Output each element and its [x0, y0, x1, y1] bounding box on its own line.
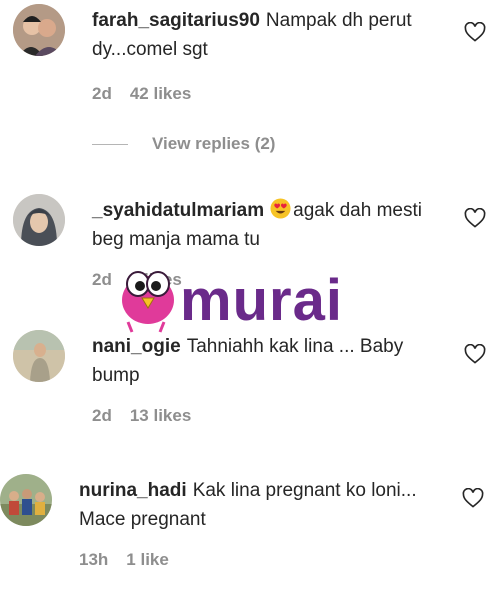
comment-item: nurina_hadi Kak lina pregnant ko loni... … — [0, 466, 500, 596]
comment-age: 2d — [92, 270, 112, 289]
comment-likes[interactable]: 42 likes — [130, 84, 191, 103]
comment-likes[interactable]: 1 like — [126, 550, 169, 569]
avatar[interactable] — [0, 474, 52, 526]
comment-age: 2d — [92, 84, 112, 103]
heart-outline-icon[interactable] — [462, 488, 484, 508]
svg-text:murai: murai — [180, 268, 343, 333]
avatar[interactable] — [13, 330, 65, 382]
comment-meta: 13h 1 like — [79, 550, 187, 570]
comment-username[interactable]: nurina_hadi — [79, 480, 187, 501]
heart-outline-icon[interactable] — [464, 208, 486, 228]
heart-eyes-emoji-icon — [270, 198, 291, 219]
replies-divider — [92, 144, 128, 146]
comment-username[interactable]: farah_sagitarius90 — [92, 10, 260, 31]
comment-text: _syahidatulmariam agak dah mesti beg manj… — [92, 196, 442, 254]
avatar[interactable] — [13, 4, 65, 56]
comment-age: 2d — [92, 406, 112, 425]
comment-text: farah_sagitarius90 Nampak dh perut dy...c… — [92, 6, 442, 64]
avatar[interactable] — [13, 194, 65, 246]
bird-mascot-icon — [122, 271, 174, 333]
comment-item: farah_sagitarius90 Nampak dh perut dy...c… — [0, 0, 500, 175]
comment-username[interactable]: _syahidatulmariam — [92, 200, 264, 221]
comment-text: nurina_hadi Kak lina pregnant ko loni... … — [79, 476, 429, 534]
comment-age: 13h — [79, 550, 109, 569]
comment-meta: 2d 42 likes — [92, 84, 209, 104]
comment-meta: 2d 13 likes — [92, 406, 209, 426]
view-replies-button[interactable]: View replies (2) — [92, 134, 275, 158]
comment-text: nani_ogie Tahniahh kak lina ... Baby bump — [92, 332, 442, 390]
comment-item: nani_ogie Tahniahh kak lina ... Baby bump… — [0, 326, 500, 446]
comment-likes[interactable]: 13 likes — [130, 406, 191, 425]
murai-watermark-logo: murai — [114, 262, 354, 334]
heart-outline-icon[interactable] — [464, 344, 486, 364]
comment-username[interactable]: nani_ogie — [92, 336, 181, 357]
view-replies-label: View replies (2) — [152, 134, 276, 153]
heart-outline-icon[interactable] — [464, 22, 486, 42]
